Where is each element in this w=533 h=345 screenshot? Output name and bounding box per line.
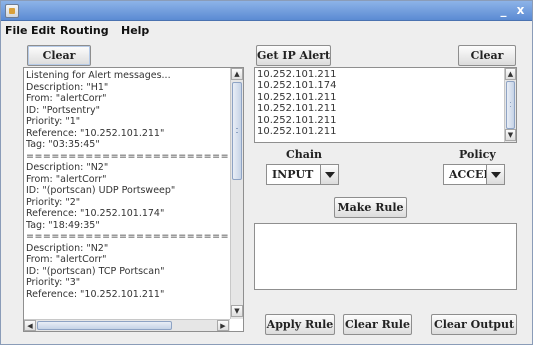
- chevron-down-icon[interactable]: [320, 165, 338, 184]
- log-line: Description: "N2": [26, 162, 109, 173]
- clear-output-button[interactable]: Clear Output: [431, 314, 517, 335]
- log-horizontal-scrollbar[interactable]: ◀ ▶: [24, 319, 230, 331]
- ip-list-item[interactable]: 10.252.101.211: [257, 69, 502, 80]
- make-rule-button[interactable]: Make Rule: [334, 197, 407, 218]
- log-line: Priority: "2": [26, 196, 81, 208]
- log-line: ID: "Portsentry": [26, 104, 100, 116]
- alert-log-text: Listening for Alert messages... Descripti…: [26, 70, 229, 300]
- log-scroll-thumb[interactable]: [232, 82, 242, 180]
- scroll-down-arrow-icon[interactable]: ▼: [231, 305, 243, 317]
- clear-log-button[interactable]: Clear: [27, 45, 91, 66]
- ip-vertical-scrollbar[interactable]: ▲ ▼: [504, 68, 516, 142]
- ip-list-pane[interactable]: 10.252.101.211 10.252.101.174 10.252.101.2…: [254, 67, 517, 143]
- log-line: Description: "N2": [26, 242, 109, 254]
- log-line: Reference: "10.252.101.174": [26, 208, 165, 219]
- log-line: Priority: "3": [26, 277, 81, 288]
- chain-label: Chain: [286, 148, 323, 161]
- ip-scroll-thumb[interactable]: [506, 81, 515, 129]
- ip-list-item[interactable]: 10.252.101.211: [257, 92, 502, 103]
- scroll-up-arrow-icon[interactable]: ▲: [231, 68, 243, 80]
- scroll-right-arrow-icon[interactable]: ▶: [217, 320, 229, 331]
- ip-list-item[interactable]: 10.252.101.211: [257, 103, 502, 114]
- log-line: Description: "H1": [26, 81, 109, 93]
- ip-list-item[interactable]: 10.252.101.174: [257, 80, 502, 91]
- chain-select-value: INPUT: [272, 168, 314, 181]
- log-separator: ================================: [26, 231, 229, 242]
- chain-select[interactable]: INPUT: [266, 164, 339, 185]
- scroll-left-arrow-icon[interactable]: ◀: [24, 320, 36, 331]
- log-line: Priority: "1": [26, 116, 81, 127]
- alert-log-pane[interactable]: Listening for Alert messages... Descripti…: [23, 67, 244, 332]
- log-line: ID: "(portscan) UDP Portsweep": [26, 185, 176, 196]
- log-vertical-scrollbar[interactable]: ▲ ▼: [230, 68, 243, 319]
- log-line: From: "alertCorr": [26, 173, 107, 185]
- apply-rule-button[interactable]: Apply Rule: [265, 314, 335, 335]
- get-ip-alert-button[interactable]: Get IP Alert: [256, 45, 331, 66]
- policy-select[interactable]: ACCEPT: [443, 164, 505, 185]
- menu-file[interactable]: File: [5, 24, 28, 37]
- menu-routing[interactable]: Routing: [60, 24, 109, 37]
- menu-bar: File Edit Routing Help: [1, 21, 532, 40]
- log-line: From: "alertCorr": [26, 254, 107, 265]
- ip-list-item[interactable]: 10.252.101.211: [257, 115, 502, 126]
- rule-output-area[interactable]: [254, 223, 517, 290]
- log-line: Listening for Alert messages...: [26, 70, 171, 81]
- log-line: Tag: "03:35:45": [26, 139, 100, 150]
- close-icon[interactable]: x: [513, 3, 528, 18]
- java-app-icon: [5, 4, 19, 18]
- log-line: Tag: "18:49:35": [26, 219, 100, 231]
- main-window: _ x File Edit Routing Help Clear Listeni…: [0, 0, 533, 345]
- minimize-icon[interactable]: _: [496, 3, 511, 18]
- log-hscroll-thumb[interactable]: [37, 321, 172, 330]
- log-line: Reference: "10.252.101.211": [26, 127, 165, 139]
- log-line: Reference: "10.252.101.211": [26, 288, 165, 300]
- log-line: From: "alertCorr": [26, 93, 107, 104]
- policy-label: Policy: [459, 148, 496, 161]
- ip-alert-list[interactable]: 10.252.101.211 10.252.101.174 10.252.101.2…: [257, 69, 502, 137]
- scroll-down-arrow-icon[interactable]: ▼: [505, 129, 516, 141]
- title-bar[interactable]: _ x: [1, 1, 532, 21]
- scroll-up-arrow-icon[interactable]: ▲: [505, 68, 516, 80]
- menu-help[interactable]: Help: [121, 24, 149, 37]
- ip-list-item[interactable]: 10.252.101.211: [257, 126, 502, 137]
- clear-ip-list-button[interactable]: Clear: [458, 45, 516, 66]
- clear-rule-button[interactable]: Clear Rule: [343, 314, 412, 335]
- menu-edit[interactable]: Edit: [31, 24, 55, 37]
- chevron-down-icon[interactable]: [486, 165, 504, 184]
- log-separator: ================================: [26, 150, 229, 162]
- log-line: ID: "(portscan) TCP Portscan": [26, 265, 165, 277]
